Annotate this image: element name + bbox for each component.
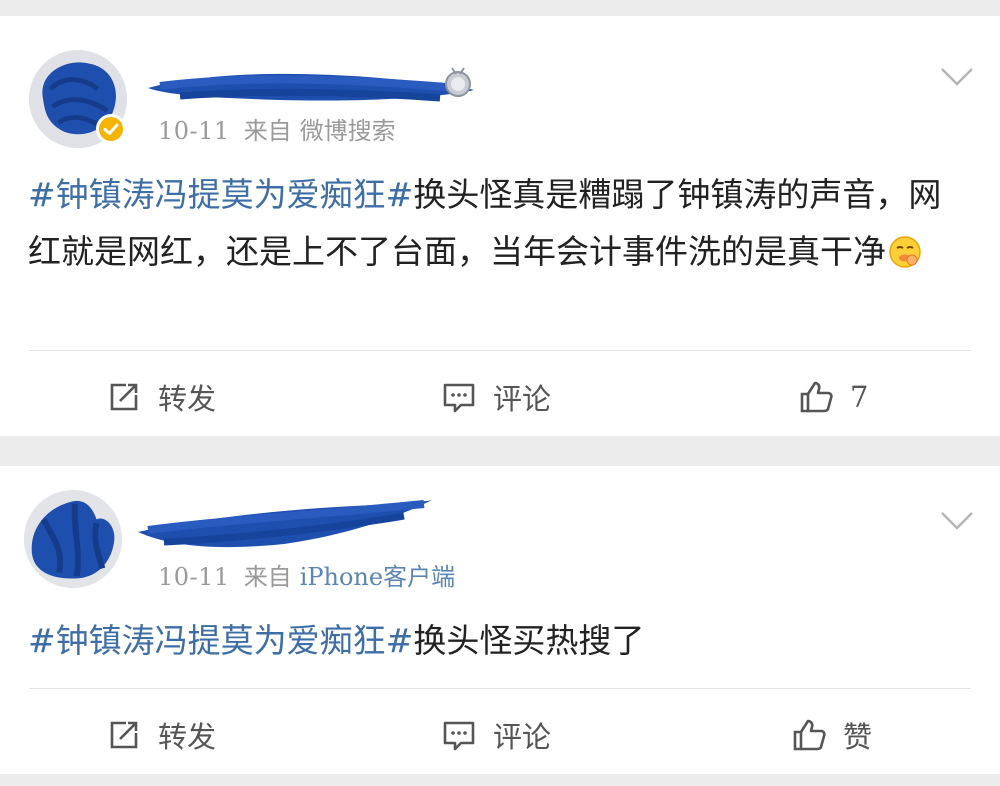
topic-tag-link[interactable]: #钟镇涛冯提莫为爱痴狂# — [28, 175, 413, 214]
post-card: 10-11 来自 微博搜索 #钟镇涛冯提莫为爱痴狂#换头怪真是糟蹋了钟镇涛的声音，网… — [0, 16, 1000, 436]
post-time: 10-11 — [158, 563, 230, 591]
post-time: 10-11 — [158, 117, 230, 145]
post-meta: 10-11 来自 iPhone客户端 — [158, 557, 455, 592]
repost-button[interactable]: 转发 — [106, 362, 216, 432]
post-source-link[interactable]: iPhone客户端 — [300, 563, 455, 591]
source-prefix: 来自 — [243, 563, 292, 591]
action-bar: 转发 评论 赞 — [0, 700, 1000, 770]
avatar[interactable] — [24, 490, 122, 588]
source-prefix: 来自 — [243, 117, 292, 145]
post-source: 微博搜索 — [299, 117, 396, 145]
divider — [29, 350, 971, 351]
post-meta: 10-11 来自 微博搜索 — [158, 111, 396, 146]
like-icon — [793, 719, 826, 751]
like-label: 赞 — [843, 720, 873, 754]
repost-label: 转发 — [158, 382, 217, 416]
chevron-down-icon[interactable] — [940, 510, 974, 532]
comment-label: 评论 — [493, 720, 552, 754]
post-card: 10-11 来自 iPhone客户端 #钟镇涛冯提莫为爱痴狂#换头怪买热搜了 转发 — [0, 466, 1000, 774]
repost-label: 转发 — [158, 720, 217, 754]
medal-icon — [445, 67, 471, 97]
post-content: #钟镇涛冯提莫为爱痴狂#换头怪真是糟蹋了钟镇涛的声音，网红就是网红，还是上不了台… — [28, 166, 956, 280]
feed: 10-11 来自 微博搜索 #钟镇涛冯提莫为爱痴狂#换头怪真是糟蹋了钟镇涛的声音，网… — [0, 0, 1000, 786]
like-button[interactable]: 赞 — [791, 700, 872, 770]
topic-tag-link[interactable]: #钟镇涛冯提莫为爱痴狂# — [28, 621, 413, 660]
repost-button[interactable]: 转发 — [106, 700, 216, 770]
repost-icon — [110, 721, 138, 749]
like-button[interactable]: 7 — [798, 362, 868, 432]
verified-icon — [96, 114, 126, 144]
like-icon — [800, 381, 833, 413]
like-count: 7 — [850, 380, 869, 414]
action-bar: 转发 评论 7 — [0, 362, 1000, 432]
comment-icon — [443, 721, 475, 751]
divider — [29, 688, 971, 689]
comment-icon — [443, 383, 475, 413]
username-redacted[interactable] — [140, 60, 480, 116]
post-content: #钟镇涛冯提莫为爱痴狂#换头怪买热搜了 — [28, 612, 956, 669]
post-text: 换头怪买热搜了 — [413, 621, 645, 660]
comment-button[interactable]: 评论 — [441, 700, 551, 770]
comment-label: 评论 — [493, 382, 552, 416]
username-redacted[interactable] — [134, 492, 434, 556]
comment-button[interactable]: 评论 — [441, 362, 551, 432]
repost-icon — [110, 383, 138, 411]
chevron-down-icon[interactable] — [940, 66, 974, 88]
emoji-icon — [889, 236, 921, 268]
